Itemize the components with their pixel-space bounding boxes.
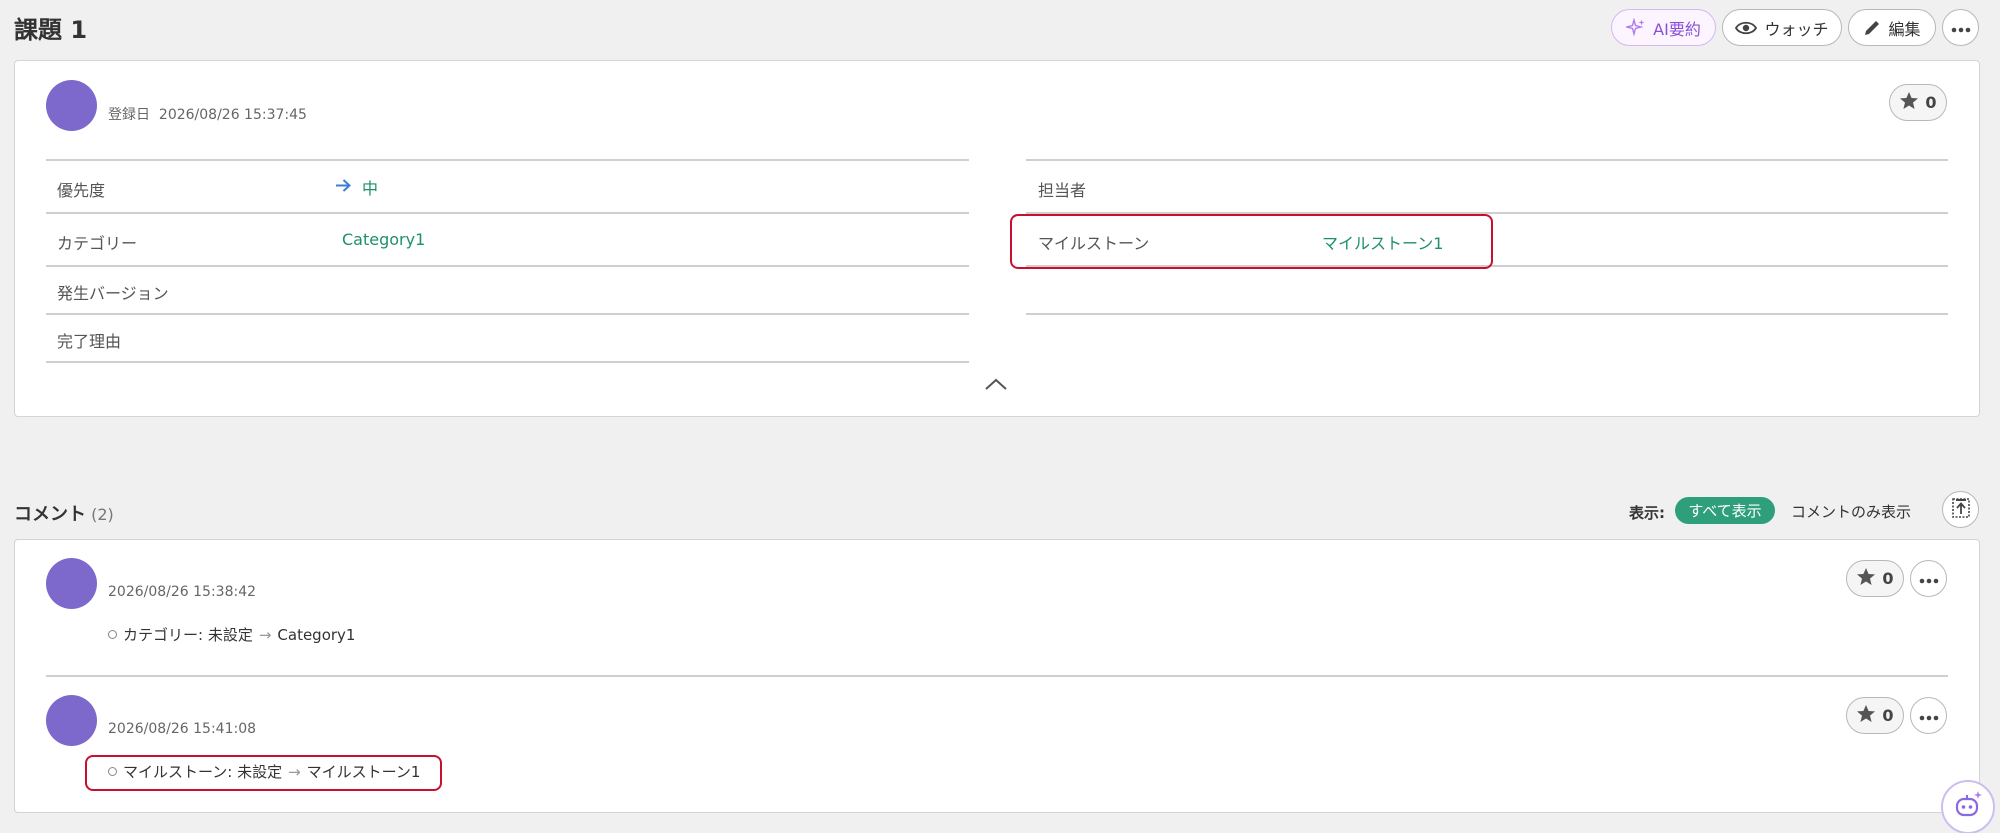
avatar [46, 558, 97, 609]
avatar [46, 695, 97, 746]
category-label: カテゴリー [57, 234, 138, 253]
star-icon [1856, 567, 1876, 591]
arrow-right-icon [335, 178, 352, 197]
filter-all-button[interactable]: すべて表示 [1675, 497, 1775, 524]
comment-timestamp: 2026/08/26 15:41:08 [108, 721, 257, 737]
more-horizontal-icon [1919, 569, 1939, 588]
ai-summary-label: AI要約 [1653, 19, 1701, 39]
comment-star-button[interactable]: 0 [1846, 697, 1904, 734]
comment-timestamp: 2026/08/26 15:38:42 [108, 584, 257, 600]
ai-summary-button[interactable]: AI要約 [1611, 9, 1716, 46]
change-entry: カテゴリー: 未設定 → Category1 [108, 624, 355, 645]
star-icon [1899, 91, 1919, 115]
change-field: カテゴリー: 未設定 [123, 626, 253, 644]
star-count: 0 [1882, 569, 1894, 588]
created-timestamp: 2026/08/26 15:37:45 [158, 107, 307, 123]
collapse-chevron-icon[interactable] [984, 376, 1008, 392]
priority-text: 中 [362, 179, 379, 198]
pencil-icon [1863, 19, 1881, 37]
milestone-highlight [1010, 214, 1493, 269]
star-count: 0 [1882, 706, 1894, 725]
created-label: 登録日 [108, 107, 150, 123]
filter-comments-only-button[interactable]: コメントのみ表示 [1791, 501, 1911, 522]
export-button[interactable] [1942, 491, 1979, 528]
edit-button[interactable]: 編集 [1848, 9, 1936, 46]
comments-heading: コメント (2) [14, 500, 114, 526]
comment-more-button[interactable] [1910, 697, 1947, 734]
upload-icon [1951, 497, 1971, 523]
created-date: 登録日 2026/08/26 15:37:45 [108, 104, 307, 124]
change-to: Category1 [277, 625, 356, 644]
comments-title: コメント [14, 504, 86, 525]
edit-label: 編集 [1888, 19, 1921, 39]
issue-star-button[interactable]: 0 [1889, 84, 1947, 121]
assistant-bot-icon [1951, 788, 1985, 826]
bullet-icon [108, 630, 117, 639]
sparkle-icon [1626, 17, 1646, 38]
milestone-change-highlight [85, 755, 442, 791]
avatar [46, 80, 97, 131]
assignee-label: 担当者 [1038, 181, 1087, 200]
change-arrow: → [258, 625, 272, 644]
display-label: 表示: [1629, 504, 1665, 522]
priority-label: 優先度 [57, 181, 106, 200]
resolution-label: 完了理由 [57, 332, 122, 351]
star-icon [1856, 704, 1876, 728]
priority-value: 中 [335, 175, 378, 199]
issue-more-button[interactable] [1942, 9, 1979, 46]
watch-label: ウォッチ [1764, 19, 1829, 39]
issue-title: 課題 1 [14, 16, 88, 44]
assistant-fab[interactable] [1941, 780, 1995, 833]
comment-more-button[interactable] [1910, 560, 1947, 597]
watch-button[interactable]: ウォッチ [1722, 9, 1842, 46]
more-horizontal-icon [1919, 706, 1939, 725]
more-horizontal-icon [1951, 18, 1971, 37]
eye-icon [1735, 20, 1758, 36]
category-value[interactable]: Category1 [342, 230, 425, 249]
star-count: 0 [1925, 93, 1937, 112]
comment-star-button[interactable]: 0 [1846, 560, 1904, 597]
comments-count: (2) [91, 505, 114, 524]
issue-detail-panel: 登録日 2026/08/26 15:37:45 0 優先度 中 カテゴリー Ca… [14, 60, 1980, 417]
version-label: 発生バージョン [57, 284, 169, 303]
